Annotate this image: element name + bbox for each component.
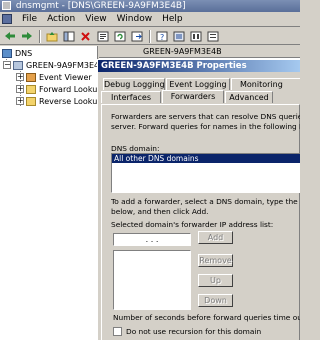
- menu-window[interactable]: Window: [113, 13, 157, 26]
- tree-node-event-viewer[interactable]: + Event Viewer: [16, 71, 92, 83]
- forward-icon[interactable]: [19, 29, 34, 44]
- show-tree-icon[interactable]: [61, 29, 76, 44]
- toolbar: ?: [0, 28, 300, 45]
- expand-icon[interactable]: +: [16, 97, 24, 105]
- back-icon[interactable]: [2, 29, 17, 44]
- event-viewer-icon: [26, 72, 36, 82]
- window-title: dnsmgmt - [DNS\GREEN-9A9FM3E4B]: [15, 1, 186, 11]
- no-recursion-checkbox[interactable]: [113, 327, 122, 336]
- toolbar-separator: [149, 29, 151, 43]
- remove-button[interactable]: Remove: [198, 254, 233, 267]
- forwarders-intro-line-2: server. Forward queries for names in the…: [111, 122, 300, 131]
- collapse-icon[interactable]: −: [3, 61, 11, 69]
- new-zone-icon[interactable]: [188, 29, 203, 44]
- tree-node-forward-lookup-zones[interactable]: + Forward Lookup .: [16, 83, 98, 95]
- add-button[interactable]: Add: [198, 231, 233, 244]
- expand-icon[interactable]: +: [16, 73, 24, 81]
- folder-icon: [26, 96, 36, 106]
- tab-monitoring[interactable]: Monitoring: [231, 78, 300, 90]
- ip-list-label: Selected domain's forwarder IP address l…: [111, 220, 274, 229]
- export-icon[interactable]: [129, 29, 144, 44]
- properties-icon[interactable]: [95, 29, 110, 44]
- tree-node-dns[interactable]: DNS: [2, 47, 32, 59]
- tab-event-logging[interactable]: Event Logging: [166, 78, 230, 90]
- tree-node-label: Reverse Lookup .: [39, 96, 98, 106]
- forwarder-ip-input[interactable]: . . .: [113, 233, 191, 246]
- help-icon[interactable]: ?: [154, 29, 169, 44]
- tab-interfaces[interactable]: Interfaces: [101, 91, 161, 103]
- tree-node-label: Forward Lookup .: [39, 84, 98, 94]
- dns-domain-item-selected[interactable]: All other DNS domains: [112, 154, 300, 163]
- dns-icon: [2, 48, 12, 58]
- svg-text:?: ?: [160, 33, 164, 42]
- system-menu-icon[interactable]: [2, 14, 12, 24]
- tree-node-label: DNS: [15, 48, 33, 58]
- tree-node-reverse-lookup-zones[interactable]: + Reverse Lookup .: [16, 95, 98, 107]
- tree-node-label: GREEN-9A9FM3E4B: [26, 60, 98, 70]
- up-icon[interactable]: [44, 29, 59, 44]
- tab-forwarders[interactable]: Forwarders: [162, 90, 224, 103]
- expand-icon[interactable]: +: [16, 85, 24, 93]
- menu-action[interactable]: Action: [43, 13, 79, 26]
- menu-view[interactable]: View: [81, 13, 110, 26]
- details-column-header[interactable]: GREEN-9A9FM3E4B: [99, 46, 300, 58]
- tree-node-server[interactable]: − GREEN-9A9FM3E4B: [3, 59, 98, 71]
- tree-node-label: Event Viewer: [39, 72, 92, 82]
- down-button[interactable]: Down: [198, 294, 233, 307]
- forwarders-intro-line-1: Forwarders are servers that can resolve …: [111, 112, 300, 121]
- dialog-title[interactable]: GREEN-9A9FM3E4B Properties: [98, 60, 300, 72]
- console-tree[interactable]: DNS − GREEN-9A9FM3E4B + Event Viewer + F…: [0, 46, 98, 340]
- tab-advanced[interactable]: Advanced: [225, 91, 273, 103]
- server-icon: [13, 60, 23, 70]
- ip-placeholder: . . .: [145, 235, 159, 244]
- toolbar-separator: [39, 29, 41, 43]
- folder-icon: [26, 84, 36, 94]
- menu-help[interactable]: Help: [158, 13, 187, 26]
- add-help-line-2: below, and then click Add.: [111, 207, 209, 216]
- timeout-label: Number of seconds before forward queries…: [113, 313, 300, 322]
- no-recursion-label: Do not use recursion for this domain: [126, 327, 262, 336]
- refresh-icon[interactable]: [112, 29, 127, 44]
- title-bar[interactable]: dnsmgmt - [DNS\GREEN-9A9FM3E4B]: [0, 0, 300, 12]
- up-button[interactable]: Up: [198, 274, 233, 287]
- mmc-app-icon: [2, 1, 11, 10]
- add-help-line-1: To add a forwarder, select a DNS domain,…: [111, 197, 300, 206]
- dns-domain-list[interactable]: All other DNS domains: [111, 153, 300, 193]
- tab-debug-logging[interactable]: Debug Logging: [103, 78, 165, 90]
- list-icon[interactable]: [205, 29, 220, 44]
- menu-bar: File Action View Window Help: [0, 12, 300, 27]
- new-record-icon[interactable]: [171, 29, 186, 44]
- delete-icon[interactable]: [78, 29, 93, 44]
- menu-file[interactable]: File: [18, 13, 41, 26]
- mmc-window: dnsmgmt - [DNS\GREEN-9A9FM3E4B] File Act…: [0, 0, 300, 340]
- forwarder-ip-list[interactable]: [113, 250, 191, 310]
